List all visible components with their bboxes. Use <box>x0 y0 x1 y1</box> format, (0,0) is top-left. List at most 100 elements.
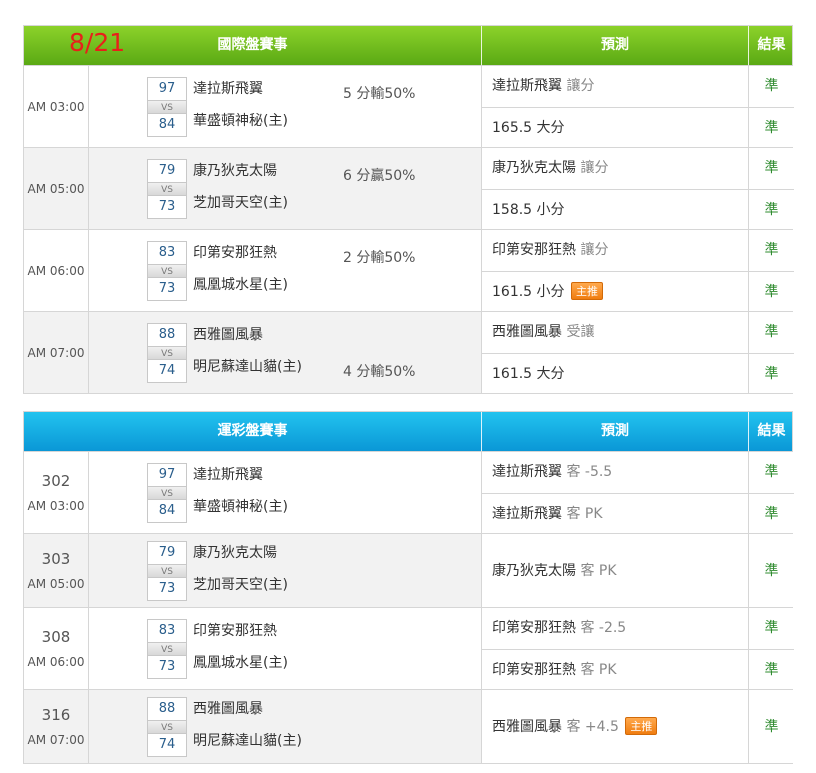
game-row: 316 AM 07:00 88 VS 74 西雅圖風暴 明尼蘇達山貓(主) 西雅… <box>24 689 794 763</box>
home-team: 華盛頓神秘(主) <box>193 112 288 129</box>
prediction-line: 康乃狄克太陽 客 PK <box>482 551 748 592</box>
result-mark: 準 <box>764 324 779 340</box>
away-score: 88 <box>158 700 176 716</box>
away-score: 97 <box>158 80 176 96</box>
result-mark: 準 <box>764 464 779 480</box>
vs-label: VS <box>148 641 186 656</box>
away-score: 79 <box>158 162 176 178</box>
prediction-line: 達拉斯飛翼 客 -5.5 <box>482 452 748 493</box>
prediction-type: 讓分 <box>580 242 609 258</box>
prediction-team: 印第安那狂熱 <box>492 242 576 258</box>
prediction-line: 達拉斯飛翼 讓分 <box>482 66 748 107</box>
home-score: 73 <box>158 198 176 214</box>
prediction-cell: 印第安那狂熱 讓分 161.5 小分 主推 <box>481 230 748 311</box>
prediction-line: 康乃狄克太陽 讓分 <box>482 148 748 189</box>
prediction-type: 讓分 <box>580 160 609 176</box>
result-mark: 準 <box>749 271 794 312</box>
home-team: 鳳凰城水星(主) <box>193 654 288 671</box>
prediction-line-value: 客 PK <box>580 562 617 579</box>
result-mark: 準 <box>764 78 779 94</box>
result-header: 結果 <box>748 26 794 65</box>
prediction-cell: 康乃狄克太陽 客 PK <box>481 534 748 607</box>
prediction-line: 158.5 小分 <box>482 189 748 230</box>
prediction-line: 161.5 大分 <box>482 353 748 394</box>
home-score: 74 <box>158 362 176 378</box>
prediction-line-value: 客 PK <box>580 662 617 678</box>
scoreboard: 88 VS 74 <box>147 322 187 383</box>
handicap-result: 6 分贏50% <box>343 168 416 184</box>
vs-label: VS <box>148 181 186 196</box>
matchup: 88 VS 74 西雅圖風暴 明尼蘇達山貓(主) <box>89 690 481 763</box>
result-cell: 準 準 <box>748 148 794 229</box>
prediction-cell: 達拉斯飛翼 讓分 165.5 大分 <box>481 66 748 147</box>
prediction-header: 預測 <box>481 412 748 451</box>
game-time: AM 06:00 <box>27 654 85 669</box>
prediction-team: 達拉斯飛翼 <box>492 78 562 94</box>
away-score: 88 <box>158 326 176 342</box>
prediction-type: 受讓 <box>566 324 595 340</box>
international-games-table: 8/21 國際盤賽事 預測 結果 AM 03:00 97 VS 84 達拉斯飛翼… <box>23 25 794 394</box>
result-cell: 準 準 <box>748 66 794 147</box>
game-number: 308 <box>41 627 71 646</box>
scoreboard: 83 VS 73 <box>147 618 187 679</box>
vs-label: VS <box>148 345 186 360</box>
matchup: 79 VS 73 康乃狄克太陽 芝加哥天空(主) <box>89 534 481 607</box>
prediction-line: 達拉斯飛翼 客 PK <box>482 493 748 534</box>
scoreboard: 88 VS 74 <box>147 696 187 757</box>
home-score: 73 <box>158 280 176 296</box>
game-time: AM 05:00 <box>27 576 85 591</box>
matchup: 83 VS 73 印第安那狂熱 鳳凰城水星(主) 2 分輸50% <box>89 230 481 311</box>
away-team: 印第安那狂熱 <box>193 622 277 639</box>
result-mark: 準 <box>749 353 794 394</box>
game-time: AM 05:00 <box>27 181 85 196</box>
prediction-line: 印第安那狂熱 客 -2.5 <box>482 608 748 649</box>
result-mark: 準 <box>749 189 794 230</box>
home-score: 73 <box>158 658 176 674</box>
prediction-line: 西雅圖風暴 受讓 <box>482 312 748 353</box>
home-score: 84 <box>158 116 176 132</box>
result-mark: 準 <box>764 562 779 579</box>
game-number: 303 <box>41 549 71 568</box>
result-cell: 準 <box>748 534 794 607</box>
away-team: 達拉斯飛翼 <box>193 466 263 483</box>
home-score: 84 <box>158 502 176 518</box>
scoreboard: 97 VS 84 <box>147 462 187 523</box>
prediction-team: 康乃狄克太陽 <box>492 160 576 176</box>
prediction-type: 讓分 <box>566 78 595 94</box>
prediction-team: 印第安那狂熱 <box>492 662 576 678</box>
prediction-header: 預測 <box>481 26 748 65</box>
game-time: AM 07:00 <box>27 732 85 747</box>
matchup: 83 VS 73 印第安那狂熱 鳳凰城水星(主) <box>89 608 481 689</box>
game-number: 316 <box>41 705 71 724</box>
result-cell: 準 準 <box>748 452 794 533</box>
home-team: 芝加哥天空(主) <box>193 194 288 211</box>
prediction-team: 西雅圖風暴 <box>492 718 562 735</box>
prediction-team: 康乃狄克太陽 <box>492 562 576 579</box>
international-title: 國際盤賽事 <box>217 37 288 53</box>
away-team: 康乃狄克太陽 <box>193 162 277 179</box>
prediction-cell: 西雅圖風暴 客 +4.5 主推 <box>481 690 748 763</box>
away-score: 83 <box>158 244 176 260</box>
lottery-games-table: 運彩盤賽事 預測 結果 302 AM 03:00 97 VS 84 達拉斯飛翼 … <box>23 411 794 764</box>
prediction-cell: 印第安那狂熱 客 -2.5 印第安那狂熱 客 PK <box>481 608 748 689</box>
prediction-line: 印第安那狂熱 客 PK <box>482 649 748 690</box>
result-cell: 準 <box>748 690 794 763</box>
game-row: 302 AM 03:00 97 VS 84 達拉斯飛翼 華盛頓神秘(主) 達拉斯… <box>24 451 794 534</box>
result-mark: 準 <box>749 493 794 534</box>
away-score: 83 <box>158 622 176 638</box>
prediction-line: 西雅圖風暴 客 +4.5 主推 <box>482 707 748 748</box>
home-team: 華盛頓神秘(主) <box>193 498 288 515</box>
game-row: AM 05:00 79 VS 73 康乃狄克太陽 芝加哥天空(主) 6 分贏50… <box>24 147 794 230</box>
prediction-line-value: 客 -2.5 <box>580 620 627 636</box>
lottery-table-header: 運彩盤賽事 預測 結果 <box>24 412 792 451</box>
vs-label: VS <box>148 263 186 278</box>
away-team: 西雅圖風暴 <box>193 700 263 717</box>
result-cell: 準 準 <box>748 312 794 393</box>
home-team: 芝加哥天空(主) <box>193 576 288 593</box>
prediction-line: 165.5 大分 <box>482 107 748 148</box>
result-mark: 準 <box>764 160 779 176</box>
home-team: 鳳凰城水星(主) <box>193 276 288 293</box>
vs-label: VS <box>148 99 186 114</box>
away-team: 西雅圖風暴 <box>193 326 263 343</box>
prediction-value: 161.5 小分 <box>492 284 565 300</box>
